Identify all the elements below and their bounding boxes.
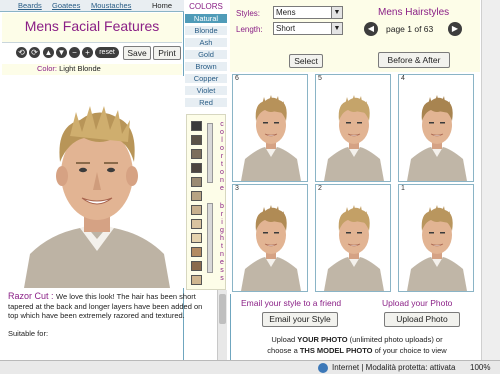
colors-menu: COLORS Natural Blonde Ash Gold Brown Cop… (185, 0, 227, 112)
chevron-down-icon: ▼ (331, 7, 342, 18)
color-swatch[interactable] (191, 191, 202, 201)
email-heading: Email your style to a friend (241, 298, 342, 308)
title-box: Mens Facial Features (2, 13, 182, 43)
hairstyle-thumb[interactable]: 5 (315, 74, 391, 182)
color-adjust-panel: color tone brightness (186, 114, 226, 290)
plus-icon[interactable]: + (82, 47, 93, 58)
color-tone-slider[interactable] (207, 123, 213, 183)
page-indicator: page 1 of 63 (386, 24, 434, 34)
next-page-icon[interactable]: ▶ (448, 22, 462, 36)
print-button[interactable]: Print (153, 46, 181, 60)
minus-icon[interactable]: − (69, 47, 80, 58)
tab-goatees[interactable]: Goatees (52, 1, 80, 12)
globe-icon (318, 363, 328, 373)
chevron-down-icon: ▼ (331, 23, 342, 34)
photo-toolbar: ⟲ ⟳ ▲ ▼ − + reset Save Print (2, 44, 182, 62)
color-swatch[interactable] (191, 275, 202, 285)
upload-photo-button[interactable]: Upload Photo (384, 312, 460, 327)
hairstyle-grid: 6 5 4 3 2 1 (230, 72, 480, 294)
email-style-button[interactable]: Email your Style (262, 312, 338, 327)
color-swatch[interactable] (191, 233, 202, 243)
styles-label: Styles: (236, 9, 261, 18)
hairstyle-thumb[interactable]: 1 (398, 184, 474, 292)
rotate-right-icon[interactable]: ⟳ (29, 47, 40, 58)
color-ash[interactable]: Ash (185, 38, 227, 48)
hairstyle-thumb[interactable]: 3 (232, 184, 308, 292)
current-color: Color: Light Blonde (2, 64, 182, 75)
color-violet[interactable]: Violet (185, 86, 227, 96)
color-value: Light Blonde (59, 64, 101, 73)
color-swatch[interactable] (191, 219, 202, 229)
tab-beards[interactable]: Beards (18, 1, 42, 12)
style-name: Razor Cut (8, 292, 49, 301)
suitable-label: Suitable for: (8, 328, 49, 338)
color-natural[interactable]: Natural (185, 14, 227, 24)
hairstyle-thumb[interactable]: 6 (232, 74, 308, 182)
styles-select[interactable]: Mens ▼ (273, 6, 343, 19)
color-swatch[interactable] (191, 261, 202, 271)
upload-help-text: Upload YOUR PHOTO (unlimited photo uploa… (267, 335, 447, 355)
tab-moustaches[interactable]: Moustaches (91, 1, 131, 12)
save-button[interactable]: Save (123, 46, 151, 60)
hairstyle-thumb[interactable]: 4 (398, 74, 474, 182)
color-swatch[interactable] (191, 121, 202, 131)
hairstyles-title: Mens Hairstyles (378, 7, 450, 18)
length-label: Length: (236, 25, 263, 34)
prev-page-icon[interactable]: ◀ (364, 22, 378, 36)
tab-home[interactable]: Home (152, 1, 172, 12)
arrow-up-icon[interactable]: ▲ (43, 47, 54, 58)
upload-heading: Upload your Photo (382, 298, 453, 308)
color-blonde[interactable]: Blonde (185, 26, 227, 36)
arrow-down-icon[interactable]: ▼ (56, 47, 67, 58)
color-tone-label: color tone (220, 121, 224, 192)
length-select[interactable]: Short ▼ (273, 22, 343, 35)
color-swatch[interactable] (191, 149, 202, 159)
before-after-button[interactable]: Before & After (378, 52, 450, 68)
color-swatch[interactable] (191, 247, 202, 257)
select-button[interactable]: Select (289, 54, 323, 68)
color-key: Color: (37, 64, 58, 73)
color-swatch[interactable] (191, 135, 202, 145)
color-swatch[interactable] (191, 205, 202, 215)
reset-button[interactable]: reset (95, 47, 119, 58)
portrait-image (10, 76, 184, 288)
security-zone: Internet | Modalità protetta: attivata (332, 363, 456, 372)
color-gold[interactable]: Gold (185, 50, 227, 60)
color-brown[interactable]: Brown (185, 62, 227, 72)
color-swatch[interactable] (191, 163, 202, 173)
portrait-preview (10, 76, 184, 288)
color-copper[interactable]: Copper (185, 74, 227, 84)
feature-tabs: Beards Goatees Moustaches Home (0, 0, 184, 12)
color-swatch[interactable] (191, 177, 202, 187)
brightness-label: brightness (220, 203, 224, 282)
zoom-level[interactable]: 100% (470, 361, 490, 375)
hairstyle-thumb[interactable]: 2 (315, 184, 391, 292)
page-scrollbar[interactable] (481, 0, 500, 360)
browser-status-bar: Internet | Modalità protetta: attivata 1… (0, 360, 500, 374)
brightness-slider[interactable] (207, 203, 213, 273)
colors-heading: COLORS (189, 2, 223, 11)
rotate-left-icon[interactable]: ⟲ (16, 47, 27, 58)
page-title: Mens Facial Features (24, 18, 160, 34)
color-red[interactable]: Red (185, 98, 227, 108)
